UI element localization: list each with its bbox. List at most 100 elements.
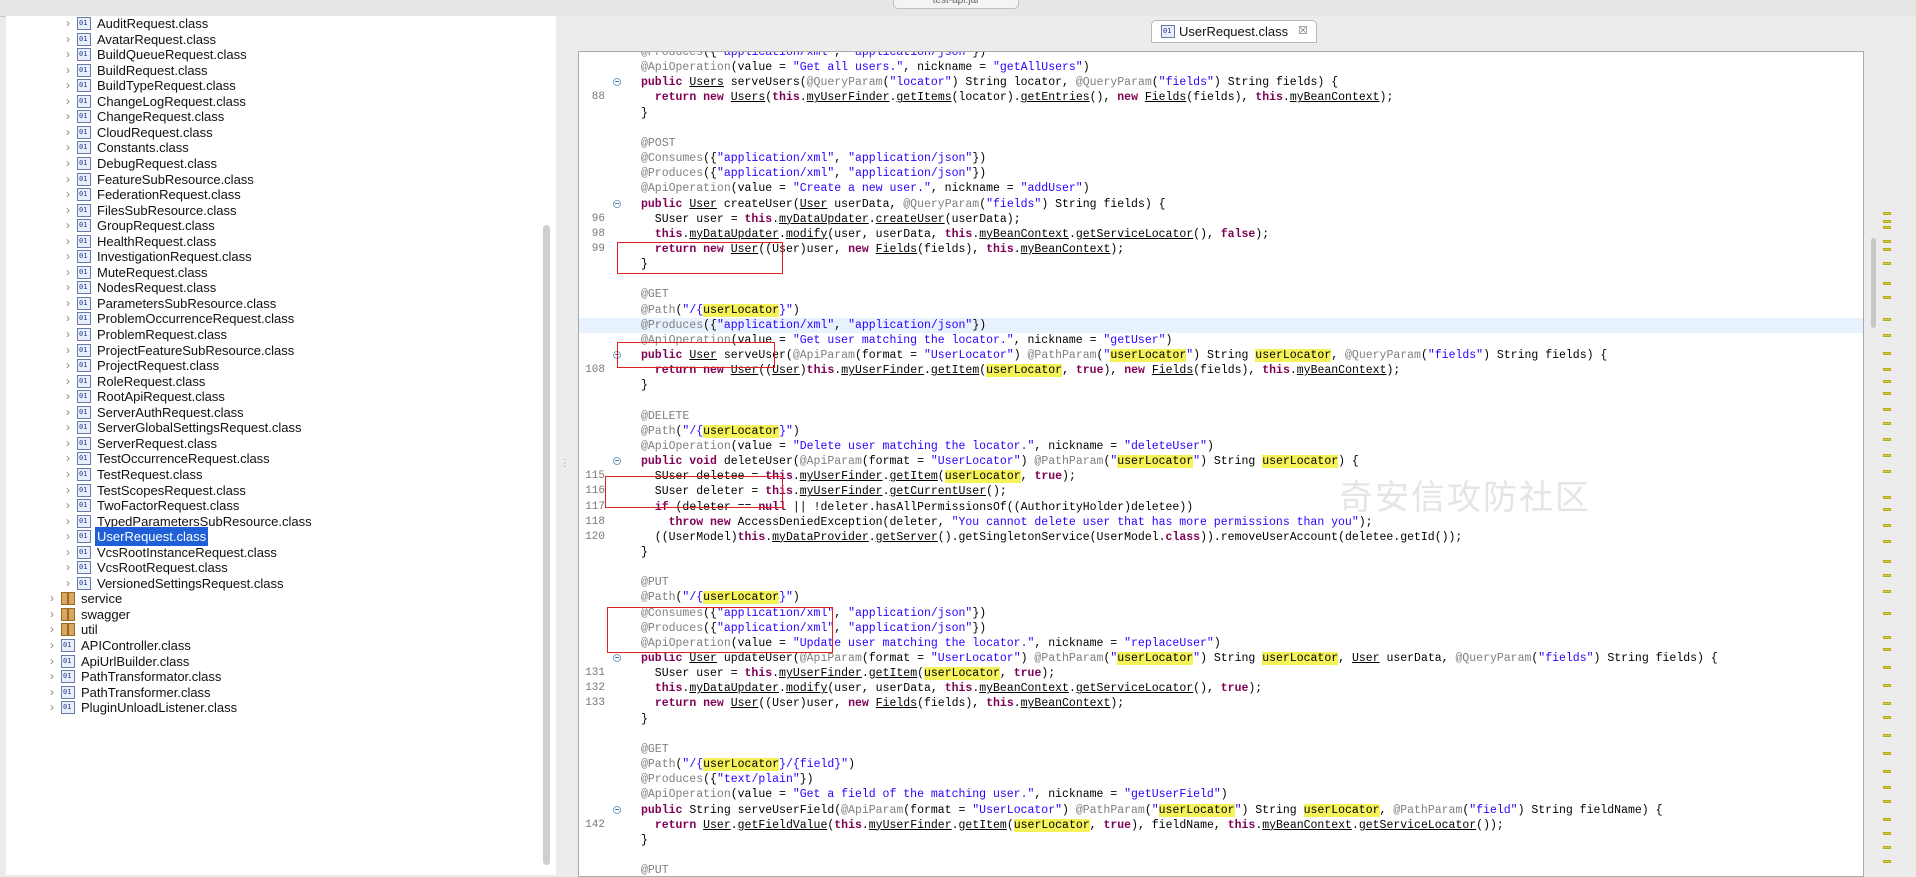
fold-toggle-icon[interactable]	[613, 654, 621, 662]
fold-toggle-icon[interactable]	[613, 805, 621, 814]
occurrence-marker[interactable]	[1883, 636, 1891, 639]
editor-scrollbar[interactable]	[1871, 238, 1876, 328]
occurrence-marker[interactable]	[1883, 860, 1891, 863]
code-line[interactable]: throw new AccessDeniedException(deleter,…	[641, 515, 1373, 530]
occurrence-marker[interactable]	[1883, 392, 1891, 395]
occurrence-marker[interactable]	[1883, 240, 1891, 243]
code-line[interactable]: }	[641, 106, 648, 121]
code-line[interactable]: @POST	[641, 136, 676, 151]
top-file-tab[interactable]: test-api.jar	[893, 0, 1019, 9]
code-line[interactable]: ((UserModel)this.myDataProvider.getServe…	[641, 530, 1463, 545]
occurrence-marker[interactable]	[1883, 770, 1891, 773]
occurrence-marker[interactable]	[1883, 380, 1891, 383]
occurrence-marker[interactable]	[1883, 684, 1891, 687]
occurrence-marker[interactable]	[1883, 524, 1891, 527]
editor-tab-userrequest[interactable]: UserRequest.class ☒	[1151, 20, 1317, 43]
code-line[interactable]: public void deleteUser(@ApiParam(format …	[641, 454, 1359, 469]
code-line[interactable]: }	[641, 545, 648, 560]
code-line[interactable]: return new Users(this.myUserFinder.getIt…	[641, 90, 1394, 105]
fold-toggle-icon[interactable]	[613, 78, 621, 87]
code-line[interactable]: return User.getFieldValue(this.myUserFin…	[641, 818, 1504, 833]
occurrence-marker[interactable]	[1883, 702, 1891, 705]
code-line[interactable]: @Produces({"application/xml", "applicati…	[641, 318, 986, 333]
code-line[interactable]: SUser user = this.myUserFinder.getItem(u…	[641, 666, 1055, 681]
code-token: "deleteUser"	[1124, 439, 1207, 453]
occurrence-marker[interactable]	[1883, 786, 1891, 789]
code-line[interactable]: @ApiOperation(value = "Get all users.", …	[641, 60, 1090, 75]
occurrence-marker[interactable]	[1883, 560, 1891, 563]
code-line[interactable]: @Consumes({"application/xml", "applicati…	[641, 151, 986, 166]
code-line[interactable]: @ApiOperation(value = "Delete user match…	[641, 439, 1214, 454]
fold-toggle-icon[interactable]	[613, 457, 621, 466]
code-line[interactable]: @Produces({"application/xml", "applicati…	[641, 52, 986, 60]
occurrence-marker[interactable]	[1883, 508, 1891, 511]
occurrence-marker[interactable]	[1883, 540, 1891, 543]
code-line[interactable]: @DELETE	[641, 409, 689, 424]
occurrence-marker[interactable]	[1883, 800, 1891, 803]
occurrence-marker[interactable]	[1883, 408, 1891, 411]
occurrence-marker[interactable]	[1883, 648, 1891, 651]
code-editor[interactable]: 奇安信攻防社区 @Produces({"application/xml", "a…	[578, 51, 1864, 877]
code-line[interactable]: @ApiOperation(value = "Get a field of th…	[641, 787, 1228, 802]
occurrence-marker[interactable]	[1883, 590, 1891, 593]
code-line[interactable]: @ApiOperation(value = "Create a new user…	[641, 181, 1090, 196]
code-line[interactable]: return new User((User)user, new Fields(f…	[641, 696, 1124, 711]
code-line[interactable]: public User updateUser(@ApiParam(format …	[641, 651, 1718, 666]
code-line[interactable]: @Path("/{userLocator}")	[641, 590, 800, 605]
code-line[interactable]: public User serveUser(@ApiParam(format =…	[641, 348, 1607, 363]
code-line[interactable]: public User createUser(User userData, @Q…	[641, 197, 1166, 212]
occurrence-marker[interactable]	[1883, 262, 1891, 265]
class-file-icon	[77, 530, 91, 544]
occurrence-marker[interactable]	[1883, 470, 1891, 473]
code-line[interactable]: @PUT	[641, 575, 669, 590]
occurrence-marker[interactable]	[1883, 334, 1891, 337]
panel-splitter[interactable]	[556, 16, 574, 875]
occurrence-marker[interactable]	[1883, 612, 1891, 615]
code-line[interactable]: this.myDataUpdater.modify(user, userData…	[641, 227, 1269, 242]
occurrence-marker[interactable]	[1883, 352, 1891, 355]
occurrence-marker[interactable]	[1883, 282, 1891, 285]
occurrence-marker[interactable]	[1883, 846, 1891, 849]
occurrence-marker[interactable]	[1883, 716, 1891, 719]
code-token: User	[799, 197, 828, 211]
code-line[interactable]: @Produces({"text/plain"})	[641, 772, 814, 787]
occurrence-marker[interactable]	[1883, 318, 1891, 321]
code-token: @Produces	[641, 773, 704, 787]
occurrence-marker[interactable]	[1883, 574, 1891, 577]
occurrence-marker[interactable]	[1883, 296, 1891, 299]
occurrence-marker[interactable]	[1883, 226, 1891, 229]
code-token: .	[861, 667, 869, 681]
occurrence-marker[interactable]	[1883, 734, 1891, 737]
occurrence-marker[interactable]	[1883, 454, 1891, 457]
occurrence-marker[interactable]	[1883, 666, 1891, 669]
code-line[interactable]: }	[641, 833, 648, 848]
tree-class-item[interactable]: › PluginUnloadListener.class	[6, 698, 546, 717]
close-icon[interactable]: ☒	[1298, 21, 1308, 42]
occurrence-marker[interactable]	[1883, 496, 1891, 499]
code-line[interactable]: public Users serveUsers(@QueryParam("loc…	[641, 75, 1338, 90]
code-line[interactable]: @Path("/{userLocator}")	[641, 303, 800, 318]
occurrence-marker[interactable]	[1883, 752, 1891, 755]
code-line[interactable]: }	[641, 712, 648, 727]
occurrence-marker[interactable]	[1883, 212, 1891, 215]
chevron-right-icon[interactable]: ›	[46, 698, 58, 717]
code-line[interactable]: public String serveUserField(@ApiParam(f…	[641, 803, 1663, 818]
code-line[interactable]: SUser user = this.myDataUpdater.createUs…	[641, 212, 1021, 227]
occurrence-marker[interactable]	[1883, 438, 1891, 441]
code-line[interactable]: @GET	[641, 287, 669, 302]
fold-toggle-icon[interactable]	[613, 199, 621, 208]
code-line[interactable]: @Produces({"application/xml", "applicati…	[641, 166, 986, 181]
occurrence-marker[interactable]	[1883, 818, 1891, 821]
code-line[interactable]: @Path("/{userLocator}")	[641, 424, 800, 439]
occurrence-marker[interactable]	[1883, 220, 1891, 223]
code-line[interactable]: @GET	[641, 742, 669, 757]
occurrence-marker[interactable]	[1883, 422, 1891, 425]
occurrence-marker[interactable]	[1883, 248, 1891, 251]
tree-scrollbar[interactable]	[543, 225, 550, 865]
code-line[interactable]: this.myDataUpdater.modify(user, userData…	[641, 681, 1262, 696]
class-file-icon	[61, 701, 75, 715]
code-line[interactable]: }	[641, 378, 648, 393]
occurrence-marker[interactable]	[1883, 368, 1891, 371]
code-line[interactable]: @Path("/{userLocator}/{field}")	[641, 757, 855, 772]
occurrence-marker[interactable]	[1883, 832, 1891, 835]
